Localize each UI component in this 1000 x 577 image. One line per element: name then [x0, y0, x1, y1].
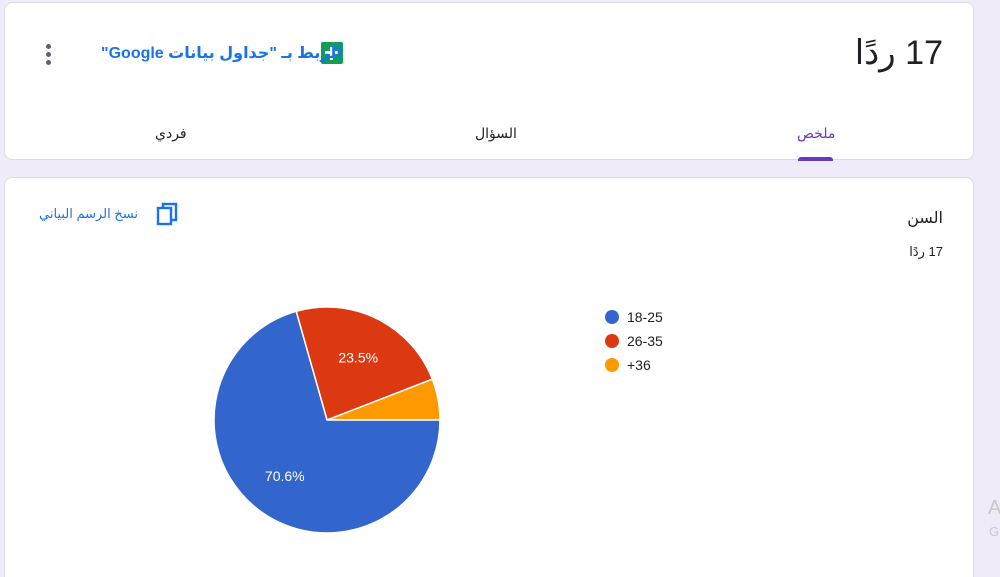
more-options-icon[interactable]	[39, 41, 59, 69]
legend-label: +36	[627, 357, 651, 373]
link-to-sheets-label[interactable]: الربط بـ "جداول بيانات Google"	[101, 43, 342, 63]
legend-item: +36	[605, 353, 663, 377]
legend-label: 26-35	[627, 333, 663, 349]
question-response-count: 17 ردًا	[909, 244, 943, 259]
tab-summary[interactable]: ملخص	[797, 125, 835, 142]
legend-item: 26-35	[605, 329, 663, 353]
pie-data-label: 23.5%	[338, 349, 378, 365]
copy-chart-label[interactable]: نسخ الرسم البياني	[39, 206, 138, 222]
link-to-sheets-button[interactable]: الربط بـ "جداول بيانات Google"	[101, 43, 342, 63]
side-cutoff-text: A	[988, 497, 1000, 519]
legend-item: 18-25	[605, 305, 663, 329]
copy-icon[interactable]	[155, 202, 179, 228]
response-count-title: 17 ردًا	[854, 34, 943, 72]
active-tab-indicator	[798, 157, 833, 161]
legend-label: 18-25	[627, 309, 663, 325]
pie-data-label: 70.6%	[265, 468, 305, 484]
tab-individual[interactable]: فردي	[155, 125, 187, 142]
copy-chart-button[interactable]: نسخ الرسم البياني	[39, 202, 178, 226]
side-cutoff-text-2: G	[989, 524, 1000, 539]
legend-swatch	[605, 310, 619, 324]
pie-chart: 23.5% 70.6%	[213, 306, 441, 534]
question-summary-card: السن 17 ردًا نسخ الرسم البياني 23.5% 70.6…	[4, 177, 974, 577]
tab-question[interactable]: السؤال	[475, 125, 517, 142]
legend-swatch	[605, 358, 619, 372]
legend-swatch	[605, 334, 619, 348]
question-title: السن	[907, 210, 943, 227]
chart-legend: 18-25 26-35 +36	[605, 305, 663, 377]
responses-header-card: 17 ردًا الربط بـ "جداول بيانات Google" م…	[4, 2, 974, 161]
